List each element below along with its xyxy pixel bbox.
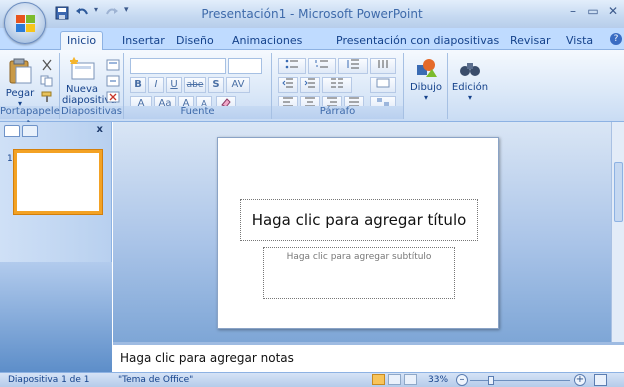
group-label-portapapeles: Portapapeles ⬊: [0, 106, 65, 127]
decrease-indent-icon: [282, 78, 293, 88]
paste-label: Pegar: [5, 88, 35, 99]
help-icon[interactable]: ?: [610, 33, 622, 45]
close-button[interactable]: ✕: [604, 4, 622, 20]
slide-canvas[interactable]: Haga clic para agregar título Haga clic …: [217, 137, 499, 329]
drawing-button[interactable]: Dibujo ▾: [406, 57, 446, 102]
new-slide-icon: [70, 56, 95, 80]
group-edicion: Edición ▾: [448, 53, 492, 119]
increase-indent-button[interactable]: [300, 77, 320, 93]
subtitle-placeholder[interactable]: Haga clic para agregar subtítulo: [263, 247, 455, 299]
align-text-icon: [376, 78, 390, 88]
format-painter-icon[interactable]: [40, 91, 54, 103]
slide-editing-area: Haga clic para agregar título Haga clic …: [113, 122, 624, 342]
tab-vista[interactable]: Vista: [560, 32, 599, 50]
office-logo-icon: [16, 15, 35, 32]
underline-button[interactable]: U: [166, 77, 182, 93]
slide-thumbnail[interactable]: [13, 149, 103, 215]
text-direction-icon: [378, 60, 388, 68]
bullets-button[interactable]: [278, 58, 306, 74]
scrollbar-thumb[interactable]: [614, 162, 623, 222]
text-direction-button[interactable]: [370, 58, 396, 74]
columns-button[interactable]: [322, 77, 352, 93]
zoom-level[interactable]: 33%: [428, 375, 448, 385]
fit-window-icon[interactable]: [594, 374, 607, 386]
drawing-dropdown-icon: ▾: [423, 93, 428, 102]
ribbon: Pegar ▾ Portapapeles ⬊ Nueva diapositiva…: [0, 50, 624, 127]
sorter-view-button[interactable]: [388, 374, 401, 385]
normal-view-button[interactable]: [372, 374, 385, 385]
window-title: Presentación1 - Microsoft PowerPoint: [201, 7, 423, 21]
cut-icon[interactable]: [40, 59, 54, 71]
minimize-button[interactable]: –: [564, 4, 582, 20]
slideshow-view-button[interactable]: [404, 374, 417, 385]
delete-slide-icon[interactable]: [106, 91, 120, 103]
maximize-button[interactable]: ▭: [584, 4, 602, 20]
tab-diseno[interactable]: Diseño: [170, 32, 220, 50]
numbering-button[interactable]: [308, 58, 336, 74]
thumbnail-number: 1: [7, 154, 13, 164]
italic-button[interactable]: I: [148, 77, 164, 93]
shapes-icon: [417, 59, 437, 77]
decrease-indent-button[interactable]: [278, 77, 298, 93]
group-label-diapositivas: Diapositivas: [60, 106, 123, 119]
notes-placeholder: Haga clic para agregar notas: [120, 351, 294, 365]
drawing-label: Dibujo: [409, 82, 443, 93]
layout-icon[interactable]: [106, 59, 120, 71]
font-size-combo[interactable]: [228, 58, 262, 74]
increase-indent-icon: [304, 78, 315, 88]
shadow-button[interactable]: S: [208, 77, 224, 93]
vertical-scrollbar[interactable]: [611, 122, 624, 342]
status-bar: Diapositiva 1 de 1 "Tema de Office" 33% …: [0, 372, 624, 387]
bold-button[interactable]: B: [130, 77, 146, 93]
font-name-combo[interactable]: [130, 58, 226, 74]
theme-name: "Tema de Office": [118, 375, 194, 385]
align-text-button[interactable]: [370, 77, 396, 93]
new-slide-label-1: Nueva: [65, 84, 99, 95]
office-button[interactable]: [4, 2, 46, 44]
tab-inicio[interactable]: Inicio: [60, 31, 104, 50]
group-portapapeles: Pegar ▾ Portapapeles ⬊: [0, 53, 65, 127]
slides-panel: x 1: [0, 122, 112, 372]
title-bar: ▾ ▾ Presentación1 - Microsoft PowerPoint…: [0, 0, 624, 28]
paste-icon: [9, 58, 32, 84]
tab-animaciones[interactable]: Animaciones: [226, 32, 308, 50]
slide-count: Diapositiva 1 de 1: [8, 375, 90, 385]
line-spacing-icon: [347, 59, 359, 69]
strikethrough-button[interactable]: abe: [184, 77, 206, 93]
paste-button[interactable]: Pegar ▾: [4, 57, 36, 108]
group-label-fuente: Fuente: [124, 106, 271, 119]
group-diapositivas: Nueva diapositiva ▾ Diapositivas: [60, 53, 124, 119]
tab-slides[interactable]: [4, 125, 20, 137]
reset-icon[interactable]: [106, 75, 120, 87]
zoom-in-button[interactable]: +: [574, 374, 586, 386]
group-label-parrafo: Párrafo: [272, 106, 403, 119]
char-spacing-button[interactable]: AV: [226, 77, 250, 93]
tab-insertar[interactable]: Insertar: [116, 32, 171, 50]
tab-revisar[interactable]: Revisar: [504, 32, 556, 50]
group-parrafo: Párrafo: [272, 53, 404, 119]
editing-dropdown-icon: ▾: [467, 93, 472, 102]
zoom-slider-knob[interactable]: [488, 376, 494, 385]
panel-gradient: [0, 262, 112, 372]
ribbon-tabs: Inicio Insertar Diseño Animaciones Prese…: [0, 28, 624, 50]
group-fuente: B I U abe S AV A Aa A A Fuente: [124, 53, 272, 119]
notes-pane[interactable]: Haga clic para agregar notas: [113, 342, 624, 372]
line-spacing-button[interactable]: [338, 58, 368, 74]
tab-outline[interactable]: [22, 125, 38, 137]
columns-icon: [331, 78, 343, 88]
binoculars-icon: [460, 63, 480, 76]
numbering-icon: [315, 60, 328, 68]
zoom-out-button[interactable]: –: [456, 374, 468, 386]
editing-label: Edición: [451, 82, 489, 93]
title-placeholder[interactable]: Haga clic para agregar título: [240, 199, 478, 241]
bullets-icon: [285, 59, 298, 69]
tab-presentacion[interactable]: Presentación con diapositivas: [330, 32, 505, 50]
copy-icon[interactable]: [40, 75, 54, 87]
group-dibujo: Dibujo ▾: [404, 53, 448, 119]
close-panel-button[interactable]: x: [97, 124, 103, 135]
editing-button[interactable]: Edición ▾: [450, 57, 490, 102]
zoom-slider[interactable]: [470, 380, 570, 381]
